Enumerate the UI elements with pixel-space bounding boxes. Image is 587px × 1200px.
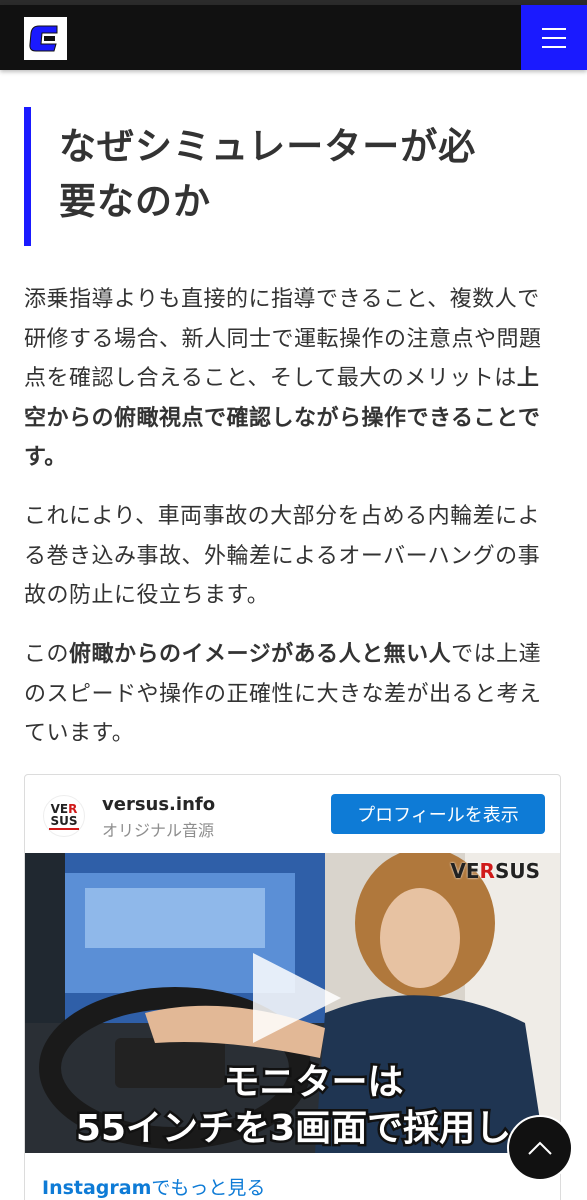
video-player[interactable]: VERSUS モニターは 55インチを3画面で採用し [25, 853, 560, 1153]
play-icon[interactable] [253, 953, 341, 1043]
paragraph-3: この俯瞰からのイメージがある人と無い人では上達のスピードや操作の正確性に大きな差… [24, 642, 542, 746]
avatar[interactable]: VER SUS [43, 795, 85, 837]
video-caption-line-2: 55インチを3画面で採用し [73, 1106, 513, 1152]
chevron-up-icon [528, 1141, 552, 1155]
instagram-more-link[interactable]: Instagramでもっと見る [42, 1173, 265, 1200]
video-logo: VERSUS [450, 859, 540, 883]
paragraph-1: 添乗指導よりも直接的に指導できること、複数人で研修する場合、新人同士で運転操作の… [24, 287, 542, 470]
view-profile-button[interactable]: プロフィールを表示 [331, 794, 545, 834]
hamburger-icon [542, 27, 566, 30]
audio-label[interactable]: オリジナル音源 [102, 817, 214, 841]
section-heading: なぜシミュレーターが必 要なのか [24, 107, 539, 246]
instagram-embed: VER SUS versus.info オリジナル音源 プロフィールを表示 VE… [24, 774, 561, 1200]
paragraph-3-emphasis: 俯瞰からのイメージがある人と無い人 [69, 642, 452, 667]
account-name[interactable]: versus.info [102, 794, 215, 815]
video-caption-line-1: モニターは [221, 1060, 406, 1106]
page-title: なぜシミュレーターが必 要なのか [59, 125, 477, 223]
menu-button[interactable] [521, 5, 587, 70]
paragraph-2: これにより、車両事故の大部分を占める内輪差による巻き込み事故、外輪差によるオーバ… [24, 504, 541, 608]
site-header [0, 5, 587, 70]
site-logo-c-icon [27, 20, 64, 57]
site-logo[interactable] [24, 17, 67, 60]
scroll-to-top-button[interactable] [507, 1115, 573, 1181]
